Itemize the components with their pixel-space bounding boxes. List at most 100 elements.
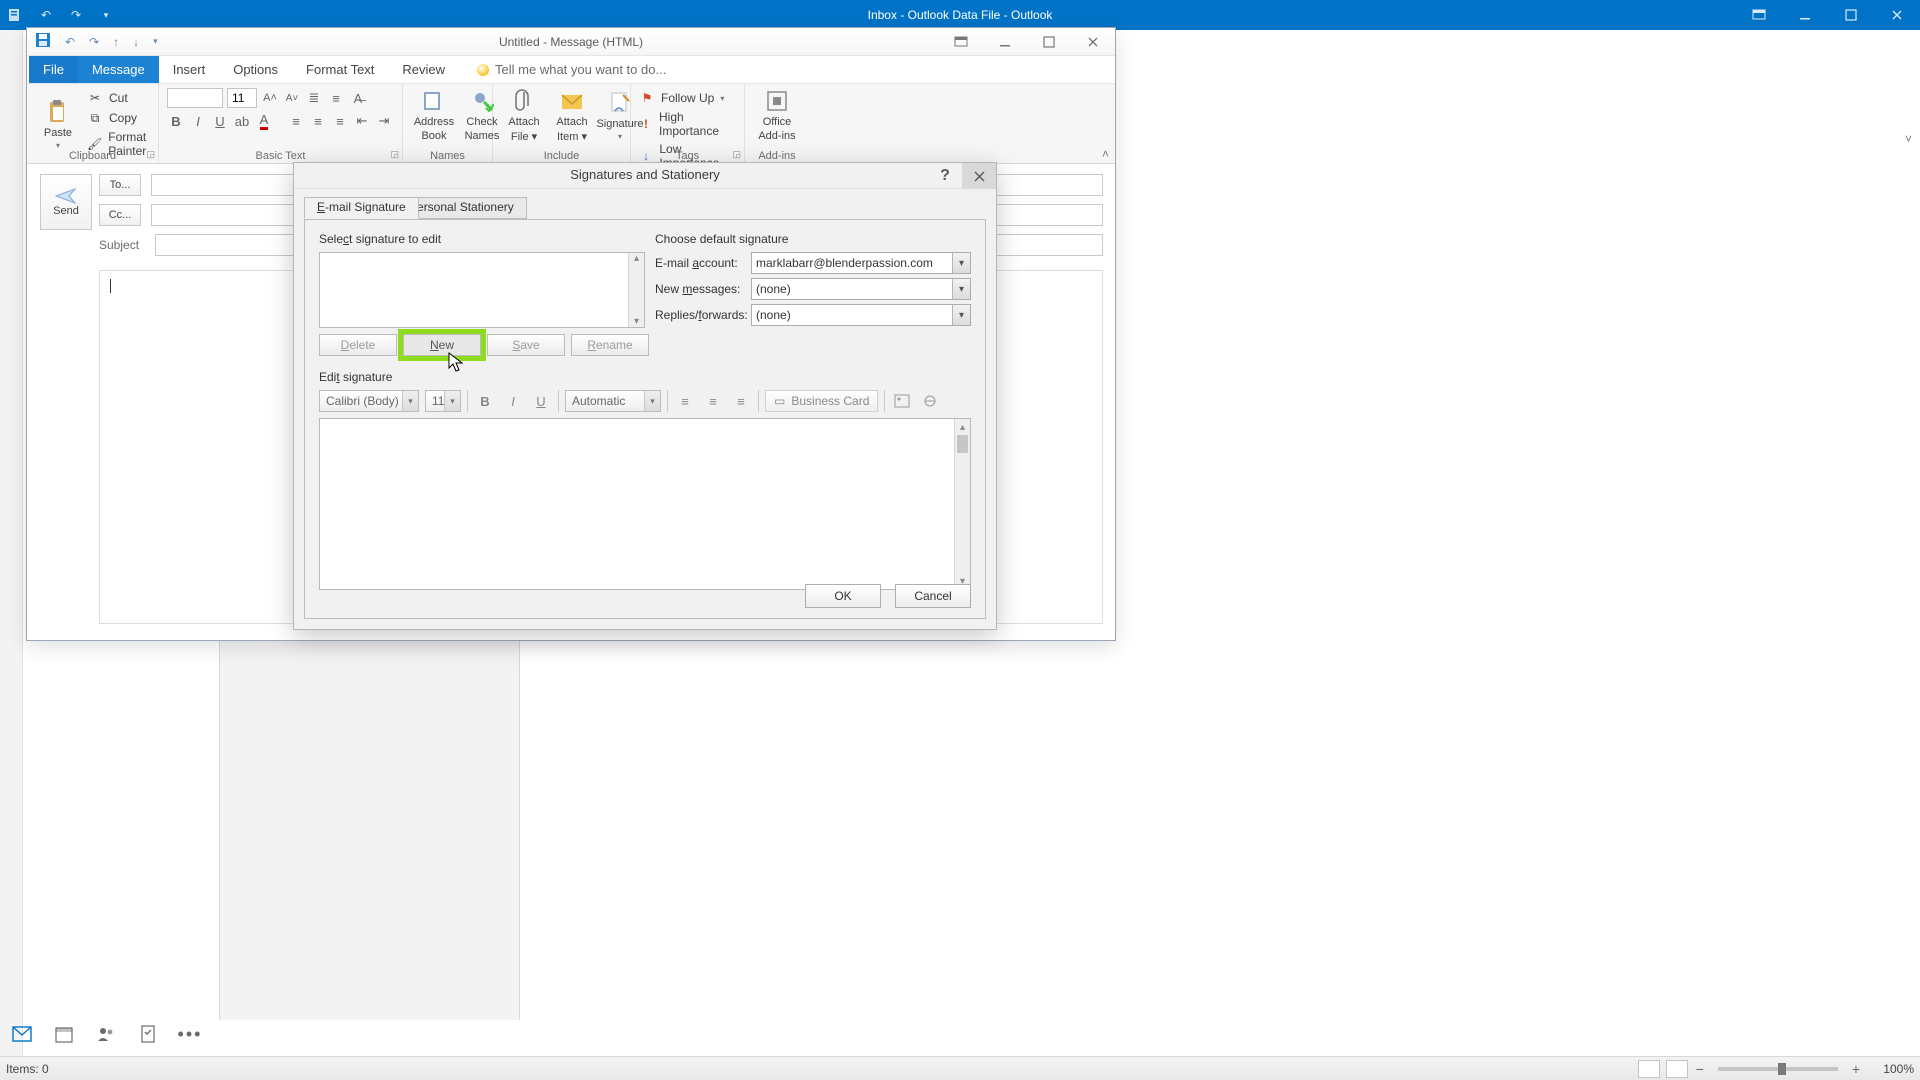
chevron-down-icon[interactable]: ▾ [444,391,460,411]
undo-icon[interactable]: ↶ [65,35,75,49]
tell-me[interactable]: Tell me what you want to do... [459,56,680,83]
qat-dropdown-icon[interactable]: ▾ [153,36,158,47]
basictext-launcher-icon[interactable]: ◲ [390,149,399,160]
scroll-up-icon[interactable]: ▴ [634,253,639,264]
to-button[interactable]: To... [99,174,141,196]
align-center-icon[interactable]: ≡ [702,390,724,412]
tags-launcher-icon[interactable]: ◲ [732,149,741,160]
view-normal-icon[interactable] [1638,1060,1660,1078]
font-family-combo[interactable]: Calibri (Body)▾ [319,390,419,412]
chevron-down-icon[interactable]: ▾ [644,391,660,411]
tab-message[interactable]: Message [78,56,159,83]
prev-item-icon[interactable]: ↑ [113,35,119,49]
chevron-down-icon[interactable]: ▾ [952,253,970,273]
qat-dropdown-icon[interactable]: ▾ [98,7,114,23]
increase-font-icon[interactable]: A˄ [261,89,279,107]
help-button[interactable]: ? [930,163,960,189]
close-icon[interactable] [1071,28,1115,55]
ribbon-display-icon[interactable] [1736,0,1782,30]
cut-button[interactable]: ✂Cut [87,88,150,108]
signature-list[interactable]: ▴▾ [319,252,645,328]
decrease-indent-icon[interactable]: ⇤ [353,112,371,130]
minimize-icon[interactable] [983,28,1027,55]
zoom-minus-icon[interactable]: − [1694,1061,1706,1077]
bold-icon[interactable]: B [167,112,185,130]
tab-options[interactable]: Options [219,56,292,83]
highlight-icon[interactable]: ab [233,112,251,130]
next-item-icon[interactable]: ↓ [133,35,139,49]
font-color-icon[interactable]: A [255,112,273,130]
new-button[interactable]: New [403,334,481,356]
chevron-down-icon[interactable]: ▾ [952,305,970,325]
office-addins-button[interactable]: Office Add-ins [753,88,801,142]
align-left-icon[interactable]: ≡ [674,390,696,412]
copy-button[interactable]: ⧉Copy [87,108,150,128]
folder-pane-collapsed[interactable] [0,30,23,1056]
insert-hyperlink-icon[interactable] [919,390,941,412]
minimize-icon[interactable] [1782,0,1828,30]
ok-button[interactable]: OK [805,584,881,608]
save-button[interactable]: Save [487,334,565,356]
address-book-button[interactable]: Address Book [411,88,457,142]
view-reading-icon[interactable] [1666,1060,1688,1078]
signature-editor[interactable]: ▴ ▾ [319,418,971,590]
zoom-plus-icon[interactable]: + [1850,1061,1862,1077]
attach-item-button[interactable]: Attach Item ▾ [549,88,595,143]
cc-button[interactable]: Cc... [99,204,141,226]
rename-button[interactable]: Rename [571,334,649,356]
clipboard-launcher-icon[interactable]: ◲ [146,149,155,160]
ribbon-collapse-main-icon[interactable]: ˅ [1905,132,1912,146]
cancel-button[interactable]: Cancel [895,584,971,608]
font-name-input[interactable] [167,88,223,108]
tasks-nav-icon[interactable] [138,1024,158,1044]
people-nav-icon[interactable] [96,1024,116,1044]
align-center-icon[interactable]: ≡ [309,112,327,130]
font-size-combo[interactable]: 11▾ [425,390,461,412]
maximize-icon[interactable] [1828,0,1874,30]
scrollbar[interactable]: ▴▾ [628,253,644,327]
tab-file[interactable]: File [29,56,78,83]
new-messages-combo[interactable]: (none)▾ [751,278,971,300]
font-color-combo[interactable]: Automatic▾ [565,390,661,412]
delete-button[interactable]: Delete [319,334,397,356]
save-icon[interactable] [35,32,51,51]
bold-icon[interactable]: B [474,390,496,412]
more-nav-icon[interactable]: ••• [180,1024,200,1044]
align-right-icon[interactable]: ≡ [331,112,349,130]
follow-up-button[interactable]: ⚑Follow Up ▾ [639,88,736,108]
tab-format-text[interactable]: Format Text [292,56,388,83]
email-account-combo[interactable]: marklabarr@blenderpassion.com▾ [751,252,971,274]
chevron-down-icon[interactable]: ▾ [402,391,418,411]
underline-icon[interactable]: U [211,112,229,130]
chevron-down-icon[interactable]: ▾ [952,279,970,299]
italic-icon[interactable]: I [502,390,524,412]
tab-email-signature[interactable]: E-mail Signature [304,197,419,219]
increase-indent-icon[interactable]: ⇥ [375,112,393,130]
align-right-icon[interactable]: ≡ [730,390,752,412]
replies-forwards-combo[interactable]: (none)▾ [751,304,971,326]
ribbon-display-icon[interactable] [939,28,983,55]
redo-icon[interactable]: ↷ [68,7,84,23]
bullets-icon[interactable]: ≣ [305,89,323,107]
mail-nav-icon[interactable] [12,1024,32,1044]
high-importance-button[interactable]: !High Importance [639,108,736,140]
font-size-input[interactable] [227,88,257,108]
redo-icon[interactable]: ↷ [89,35,99,49]
calendar-nav-icon[interactable] [54,1024,74,1044]
close-button[interactable] [962,163,996,189]
scroll-up-icon[interactable]: ▴ [955,419,970,435]
align-left-icon[interactable]: ≡ [287,112,305,130]
tab-review[interactable]: Review [388,56,459,83]
decrease-font-icon[interactable]: A˅ [283,89,301,107]
ribbon-collapse-icon[interactable]: ˄ [1102,147,1109,161]
maximize-icon[interactable] [1027,28,1071,55]
zoom-slider[interactable] [1718,1067,1838,1071]
business-card-button[interactable]: ▭Business Card [765,390,878,412]
send-button[interactable]: Send [40,174,92,230]
underline-icon[interactable]: U [530,390,552,412]
numbering-icon[interactable]: ≡ [327,89,345,107]
scroll-thumb[interactable] [957,435,968,453]
insert-picture-icon[interactable] [891,390,913,412]
close-icon[interactable] [1874,0,1920,30]
tab-insert[interactable]: Insert [159,56,220,83]
